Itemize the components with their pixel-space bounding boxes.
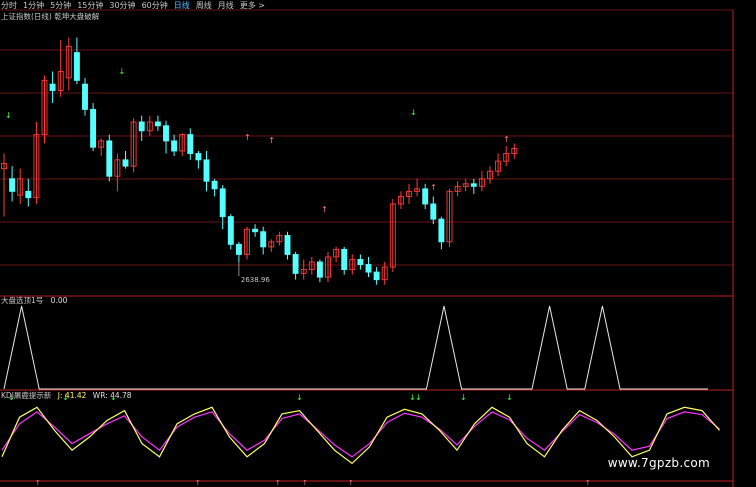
sell-arrow-0: ↑: [244, 133, 251, 142]
candle-body-36: [292, 253, 299, 274]
sub2-down-arrow-7: ↓: [506, 393, 513, 402]
candle-body-9: [73, 52, 80, 81]
buy-arrow-0: ↓: [5, 111, 12, 120]
sell-arrow-2: ↑: [321, 205, 328, 214]
candle-body-20: [163, 125, 169, 142]
candle-body-52: [422, 188, 429, 205]
sub2-down-arrow-5: ↓: [415, 393, 422, 402]
candle-body-6: [49, 83, 56, 91]
candle-body-23: [187, 134, 194, 154]
candle-body-44: [357, 259, 364, 265]
candle-body-54: [438, 218, 445, 243]
candle-body-46: [373, 271, 380, 281]
candle-body-28: [227, 216, 234, 245]
sub1-signal-line: [3, 305, 708, 390]
candle-body-42: [341, 248, 348, 271]
sub2-up-arrow-3: ↑: [302, 479, 308, 487]
buy-arrow-2: ↓: [410, 108, 417, 117]
sub2-down-arrow-0: ↓: [8, 393, 15, 402]
candle-body-24: [195, 153, 202, 161]
candle-body-29: [235, 243, 242, 255]
sub2-up-arrow-4: ↑: [348, 479, 354, 487]
candle-body-26: [211, 180, 218, 190]
candle-body-13: [106, 140, 113, 177]
candle-body-3: [25, 190, 32, 199]
candle-body-27: [219, 188, 226, 218]
sell-arrow-3: ↑: [430, 183, 437, 192]
candle-body-58: [470, 183, 477, 187]
candle-body-39: [316, 261, 323, 278]
sub2-down-arrow-1: ↓: [62, 393, 69, 402]
candle-body-1: [9, 178, 16, 192]
sub2-up-arrow-2: ↑: [275, 479, 281, 487]
sub2-down-arrow-6: ↓: [460, 393, 467, 402]
candle-body-10: [82, 83, 88, 110]
kline-chart-canvas: 2638.96↓↓↓↑ ↑↑↑↑↓ ↓ ↓ ↓ ↓ ↓ ↓ ↓↑ ↑ ↑ ↑ ↑ ↑: [0, 9, 734, 487]
sell-arrow-4: ↑: [503, 135, 510, 144]
sell-arrow-1: ↑: [268, 136, 275, 145]
low-price-label: 2638.96: [241, 276, 270, 284]
candle-body-17: [138, 121, 145, 132]
sub2-up-arrow-0: ↑: [35, 479, 41, 487]
sub2-up-arrow-5: ↑: [585, 479, 591, 487]
watermark: www.7gpzb.com: [607, 456, 710, 470]
candle-body-21: [171, 140, 178, 152]
candle-body-32: [260, 231, 267, 248]
candle-body-15: [122, 159, 129, 167]
candle-body-31: [252, 228, 259, 233]
sub2-down-arrow-3: ↓: [296, 393, 303, 402]
candle-body-53: [430, 203, 437, 220]
candle-body-35: [284, 235, 291, 255]
candle-body-19: [154, 121, 161, 127]
sub2-j-line: [1, 406, 720, 465]
sub2-up-arrow-1: ↑: [195, 479, 201, 487]
candle-body-45: [365, 264, 372, 273]
candle-body-25: [203, 159, 210, 182]
sub2-down-arrow-2: ↓: [110, 393, 117, 402]
buy-arrow-1: ↓: [118, 67, 125, 76]
candle-body-11: [90, 108, 97, 148]
